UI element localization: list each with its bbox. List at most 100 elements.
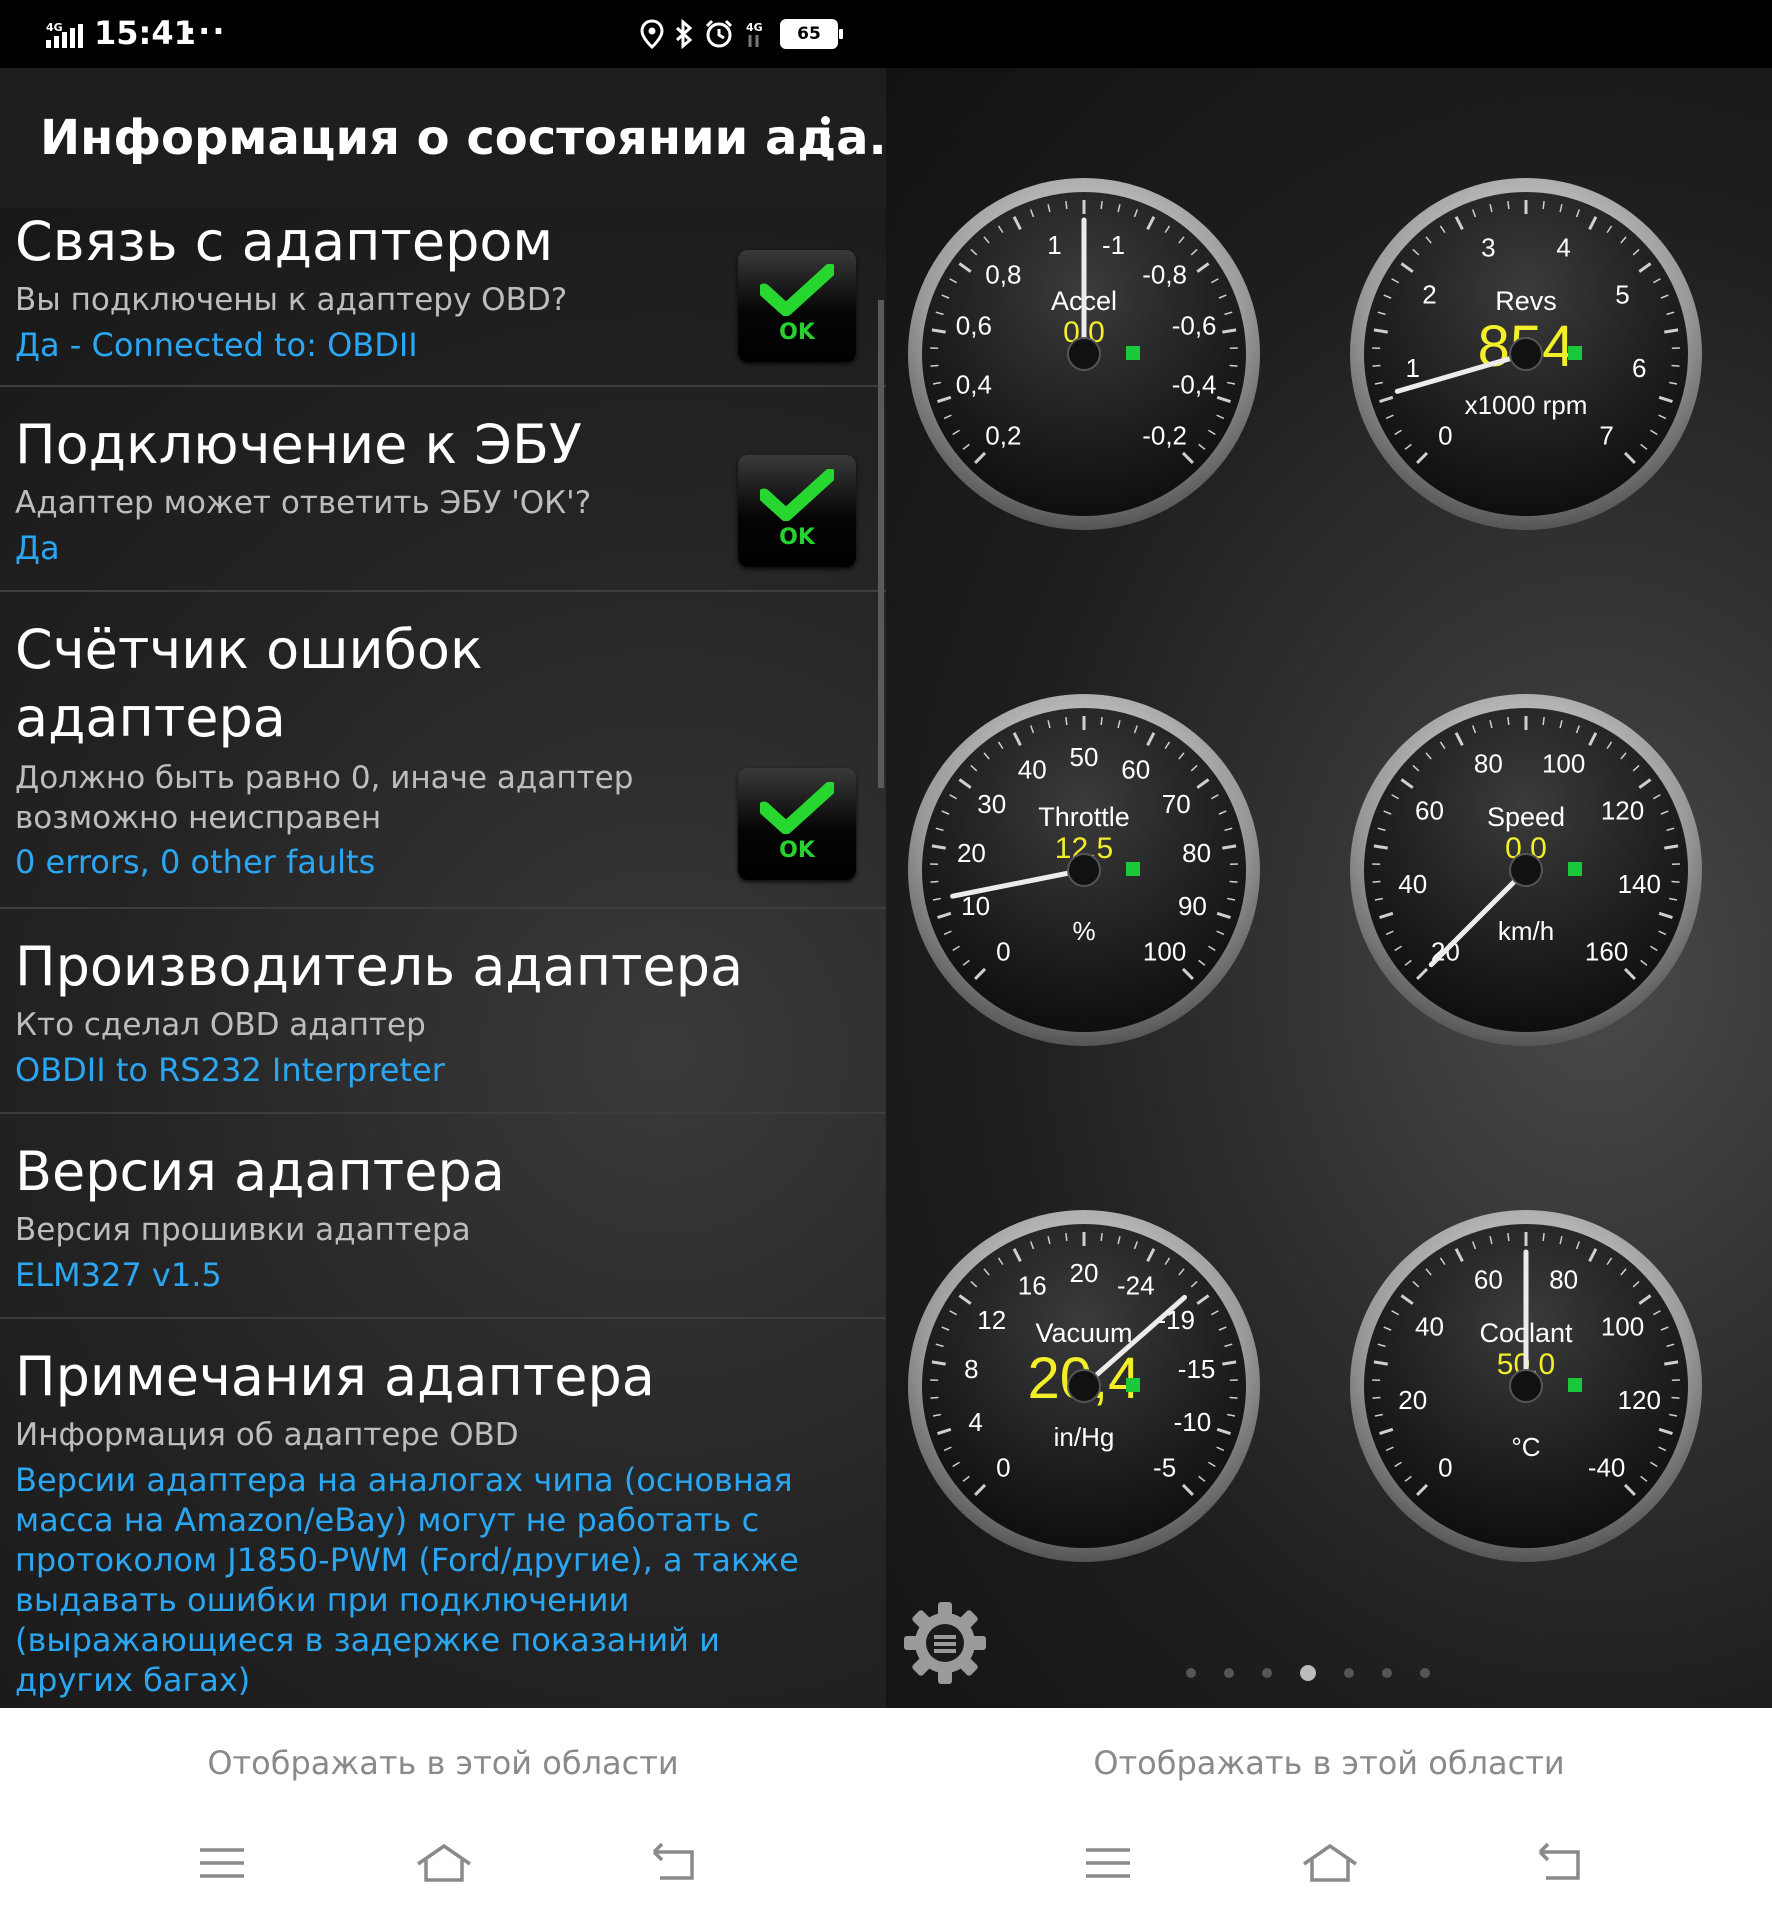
gauge-throttle[interactable]: 010203040 50 60708090100Throttle12,5% (908, 694, 1260, 1046)
gauge-revs[interactable]: 01234567Revs854x1000 rpm (1350, 178, 1702, 530)
gauge-tick-label: 0,6 (956, 310, 992, 340)
page-dot[interactable] (1382, 1668, 1392, 1678)
gauge-tick (1065, 1232, 1068, 1242)
gauge-tick-label: -0,2 (1142, 421, 1187, 451)
gauge-tick-label: -0,8 (1142, 259, 1187, 289)
item-value: Версии адаптера на аналогах чипа (основн… (15, 1461, 799, 1699)
page-dot[interactable] (1344, 1668, 1354, 1678)
overflow-menu-icon[interactable] (818, 116, 832, 160)
gauge-tick-label: 0,2 (985, 421, 1021, 451)
gauge-unit: in/Hg (1054, 1422, 1115, 1452)
gauge-status-indicator (1568, 346, 1582, 360)
item-subtitle: Кто сделал OBD адаптер (15, 1007, 426, 1043)
gauge-tick-label: 0,8 (985, 259, 1021, 289)
scrollbar[interactable] (878, 300, 884, 788)
notification-more-indicator: ··· (184, 12, 227, 50)
home-icon[interactable] (414, 1838, 474, 1888)
gauge-tick (930, 364, 939, 367)
item-value: Да (15, 529, 60, 567)
gauge-hub (1509, 337, 1543, 371)
item-heading: Счётчик ошибок адаптера (15, 618, 483, 749)
page-dot[interactable] (1186, 1668, 1196, 1678)
back-icon[interactable] (646, 1838, 706, 1888)
gauge-hub (1067, 1369, 1101, 1403)
gauge-tick (1372, 1396, 1381, 1399)
gauge-status-indicator (1126, 862, 1140, 876)
gauge-tick-label: 8 (964, 1354, 978, 1384)
gauge-coolant[interactable]: 020406080100120-40Coolant50,0°C (1350, 1210, 1702, 1562)
ok-label: OK (779, 320, 815, 345)
gauge-tick (1100, 200, 1103, 210)
page-dot[interactable] (1300, 1665, 1316, 1681)
back-icon[interactable] (1532, 1838, 1592, 1888)
gauge-tick-label: 100 (1601, 1311, 1644, 1341)
ok-label: OK (779, 838, 815, 863)
gauge-tick (1229, 364, 1238, 367)
gauge-tick (1671, 880, 1680, 883)
gauge-tick-label: 16 (1018, 1270, 1047, 1300)
gauge-tick-label: 4 (1556, 232, 1570, 262)
gauge-tick-label: 140 (1618, 869, 1661, 899)
gauge-tick (1507, 1232, 1510, 1242)
gauge-unit: km/h (1498, 916, 1554, 946)
gauge-tick-label: 100 (1542, 748, 1585, 778)
gauge-tick-label: 1 (1405, 353, 1419, 383)
gauge-title: Throttle (1038, 802, 1130, 832)
gauge-tick (1229, 1396, 1238, 1399)
gauge-tick-label: 0 (996, 937, 1010, 967)
list-item-ecu-connection[interactable]: Подключение к ЭБУ Адаптер может ответить… (0, 387, 886, 592)
gauge-tick-label: 50 (1070, 742, 1099, 772)
menu-icon[interactable] (192, 1838, 252, 1888)
gauge-vacuum[interactable]: 048121620-24-19-15-10-5Vacuum20,4in/Hg (908, 1210, 1260, 1562)
gauge-tick-label: 0 (1438, 421, 1452, 451)
gauge-tick-label: 20 (957, 838, 986, 868)
svg-text:4G: 4G (46, 21, 63, 34)
page-indicator[interactable] (1186, 1665, 1430, 1681)
page-dot[interactable] (1224, 1668, 1234, 1678)
gauge-status-indicator (1126, 346, 1140, 360)
item-value: Да - Connected to: OBDII (15, 326, 418, 364)
list-item-adapter-manufacturer[interactable]: Производитель адаптера Кто сделал OBD ад… (0, 909, 886, 1114)
item-heading: Производитель адаптера (15, 935, 744, 998)
gauge-tick (1507, 200, 1510, 210)
gauge-tick (1229, 880, 1238, 883)
menu-icon[interactable] (1078, 1838, 1138, 1888)
list-item-adapter-notes[interactable]: Примечания адаптера Информация об адапте… (0, 1319, 886, 1708)
settings-gear-icon[interactable] (900, 1598, 990, 1688)
gauge-speed[interactable]: 20406080100120140160Speed0,0km/h (1350, 694, 1702, 1046)
gauge-tick-label: 120 (1601, 795, 1644, 825)
gauge-tick-label: 7 (1599, 421, 1613, 451)
item-value: OBDII to RS232 Interpreter (15, 1051, 445, 1089)
gauge-tick-label: -15 (1178, 1354, 1216, 1384)
gauge-tick (1100, 1232, 1103, 1242)
item-subtitle: Должно быть равно 0, иначе адаптер возмо… (15, 760, 634, 836)
gauge-hub (1067, 337, 1101, 371)
gauge-tick-label: -0,6 (1172, 310, 1217, 340)
list-item-error-counter[interactable]: Счётчик ошибок адаптера Должно быть равн… (0, 592, 886, 909)
page-title: Информация о состоянии ада... (40, 110, 886, 166)
item-value: 0 errors, 0 other faults (15, 843, 376, 881)
gauge-title: Speed (1487, 802, 1565, 832)
gauge-tick (1372, 364, 1381, 367)
gauge-tick-label: 40 (1398, 869, 1427, 899)
gauge-tick (930, 1396, 939, 1399)
home-icon[interactable] (1300, 1838, 1360, 1888)
gauge-tick-label: 80 (1474, 748, 1503, 778)
checkmark-icon (760, 469, 834, 521)
gauge-tick-label: 3 (1481, 232, 1495, 262)
gauge-status-indicator (1126, 1378, 1140, 1392)
gauge-tick-label: 0 (1438, 1453, 1452, 1483)
system-nav-bar: Отображать в этой области Отображать в э… (0, 1708, 1772, 1920)
gauge-tick-label: 0,4 (956, 370, 992, 400)
gauge-accel[interactable]: 0,20,40,60,81-1-0,8-0,6-0,4-0,2Accel0,0 (908, 178, 1260, 530)
checkmark-icon (760, 264, 834, 316)
page-dot[interactable] (1420, 1668, 1430, 1678)
4g-icon: 4G (746, 21, 763, 47)
gauge-tick-label: 4 (968, 1407, 982, 1437)
list-item-adapter-version[interactable]: Версия адаптера Версия прошивки адаптера… (0, 1114, 886, 1319)
gauge-tick-label: 30 (977, 789, 1006, 819)
gauge-unit: °C (1511, 1432, 1540, 1462)
list-item-adapter-connection[interactable]: Связь с адаптером Вы подключены к адапте… (0, 208, 886, 387)
battery-icon: 65 (780, 19, 843, 49)
page-dot[interactable] (1262, 1668, 1272, 1678)
